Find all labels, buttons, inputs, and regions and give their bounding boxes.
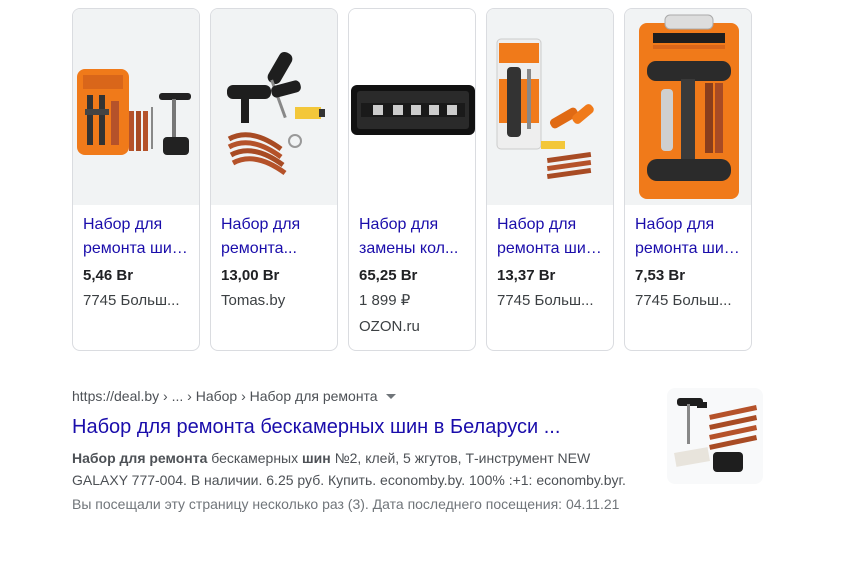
product-merchant: 7745 Больш... [83,292,180,309]
product-image[interactable] [487,9,613,205]
product-price: 7,53 Br [635,267,686,284]
product-card[interactable]: Набор для ремонта шин... 13,37 Br 7745 Б… [486,8,614,351]
product-title-line[interactable]: Набор для [635,213,741,237]
product-image[interactable] [625,9,751,205]
product-title-line[interactable]: Набор для [359,213,465,237]
snippet-highlight: шин [302,450,331,466]
result-snippet: Набор для ремонта бескамерных шин №2, кл… [72,447,642,491]
product-title-line[interactable]: Набор для [221,213,327,237]
product-title-line[interactable]: Набор для [83,213,189,237]
product-merchant: 7745 Больш... [497,292,594,309]
product-title-line[interactable]: ремонта шин... [635,237,741,261]
product-title-line[interactable]: замены кол... [359,237,465,261]
product-title[interactable]: Набор для ремонта шин... [635,213,741,261]
product-title-line[interactable]: Набор для [497,213,603,237]
product-title[interactable]: Набор для замены кол... [359,213,465,261]
product-title-line[interactable]: ремонта шин... [83,237,189,261]
result-title-link[interactable]: Набор для ремонта бескамерных шин в Бела… [72,413,672,441]
breadcrumb[interactable]: https://deal.by › ... › Набор › Набор дл… [72,386,672,406]
product-title-line[interactable]: ремонта шин... [497,237,603,261]
result-thumbnail[interactable] [667,388,763,484]
product-merchant-store: OZON.ru [359,318,420,335]
product-card[interactable]: Набор для ремонта... 13,00 Br Tomas.by [210,8,338,351]
caret-down-icon[interactable] [385,393,396,399]
product-title-line[interactable]: ремонта... [221,237,327,261]
product-price: 65,25 Br [359,267,418,284]
product-image[interactable] [349,9,475,205]
product-image[interactable] [211,9,337,205]
product-merchant: 7745 Больш... [635,292,732,309]
product-image[interactable] [73,9,199,205]
snippet-highlight: Набор для ремонта [72,450,208,466]
shopping-cards: Набор для ремонта шин... 5,46 Br 7745 Бо… [72,8,752,351]
product-title[interactable]: Набор для ремонта шин... [497,213,603,261]
product-merchant: Tomas.by [221,292,286,309]
product-merchant: 1 899 ₽ [359,292,411,309]
product-title[interactable]: Набор для ремонта шин... [83,213,189,261]
snippet-text: бескамерных [207,450,302,466]
visited-note: Вы посещали эту страницу несколько раз (… [72,496,620,512]
product-card[interactable]: Набор для ремонта шин... 5,46 Br 7745 Бо… [72,8,200,351]
product-price: 5,46 Br [83,267,134,284]
search-result: https://deal.by › ... › Набор › Набор дл… [72,386,672,515]
product-title[interactable]: Набор для ремонта... [221,213,327,261]
breadcrumb-text[interactable]: https://deal.by › ... › Набор › Набор дл… [72,386,378,406]
product-price: 13,00 Br [221,267,280,284]
product-card[interactable]: Набор для ремонта шин... 7,53 Br 7745 Бо… [624,8,752,351]
product-price: 13,37 Br [497,267,556,284]
product-card[interactable]: Набор для замены кол... 65,25 Br 1 899 ₽… [348,8,476,351]
